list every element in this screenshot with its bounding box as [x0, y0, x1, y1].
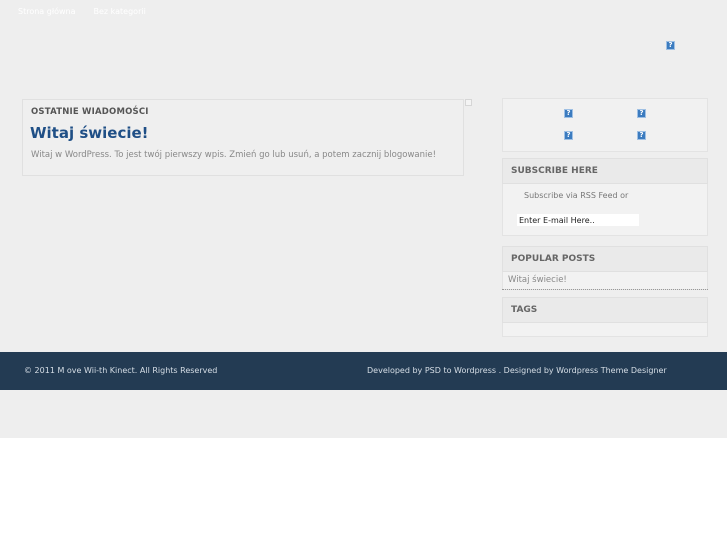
post-title-link[interactable]: Witaj świecie! — [30, 124, 149, 142]
ad-banners: ? ? ? ? — [502, 98, 708, 152]
top-navigation: Strona główna Bez kategorii — [18, 6, 146, 20]
site-footer: © 2011 M ove Wii-th Kinect. All Rights R… — [0, 352, 727, 390]
nav-item-home[interactable]: Strona główna — [18, 6, 76, 20]
ad-image-icon[interactable]: ? — [564, 131, 573, 140]
subscribe-text: Subscribe via RSS Feed or — [524, 191, 629, 200]
ad-image-icon[interactable]: ? — [637, 131, 646, 140]
nav-item-uncategorized[interactable]: Bez kategorii — [94, 6, 146, 20]
dotted-divider — [502, 289, 708, 290]
subscribe-widget-title: SUBSCRIBE HERE — [502, 158, 708, 184]
tags-widget-body — [502, 323, 708, 337]
broken-image-icon: ? — [666, 41, 675, 50]
email-field[interactable] — [517, 214, 639, 226]
latest-news-heading: OSTATNIE WIADOMOŚCI — [31, 107, 149, 117]
ad-image-icon[interactable]: ? — [564, 109, 573, 118]
popular-post-link[interactable]: Witaj świecie! — [508, 275, 567, 285]
latest-news-box: OSTATNIE WIADOMOŚCI Witaj świecie! Witaj… — [22, 99, 464, 176]
post-excerpt: Witaj w WordPress. To jest twój pierwszy… — [31, 150, 436, 160]
corner-decoration — [465, 99, 472, 106]
ad-image-icon[interactable]: ? — [637, 109, 646, 118]
popular-posts-title: POPULAR POSTS — [502, 246, 708, 272]
footer-credits: Developed by PSD to Wordpress . Designed… — [367, 366, 667, 375]
tags-widget-title: TAGS — [502, 297, 708, 323]
footer-copyright: © 2011 M ove Wii-th Kinect. All Rights R… — [24, 366, 218, 375]
